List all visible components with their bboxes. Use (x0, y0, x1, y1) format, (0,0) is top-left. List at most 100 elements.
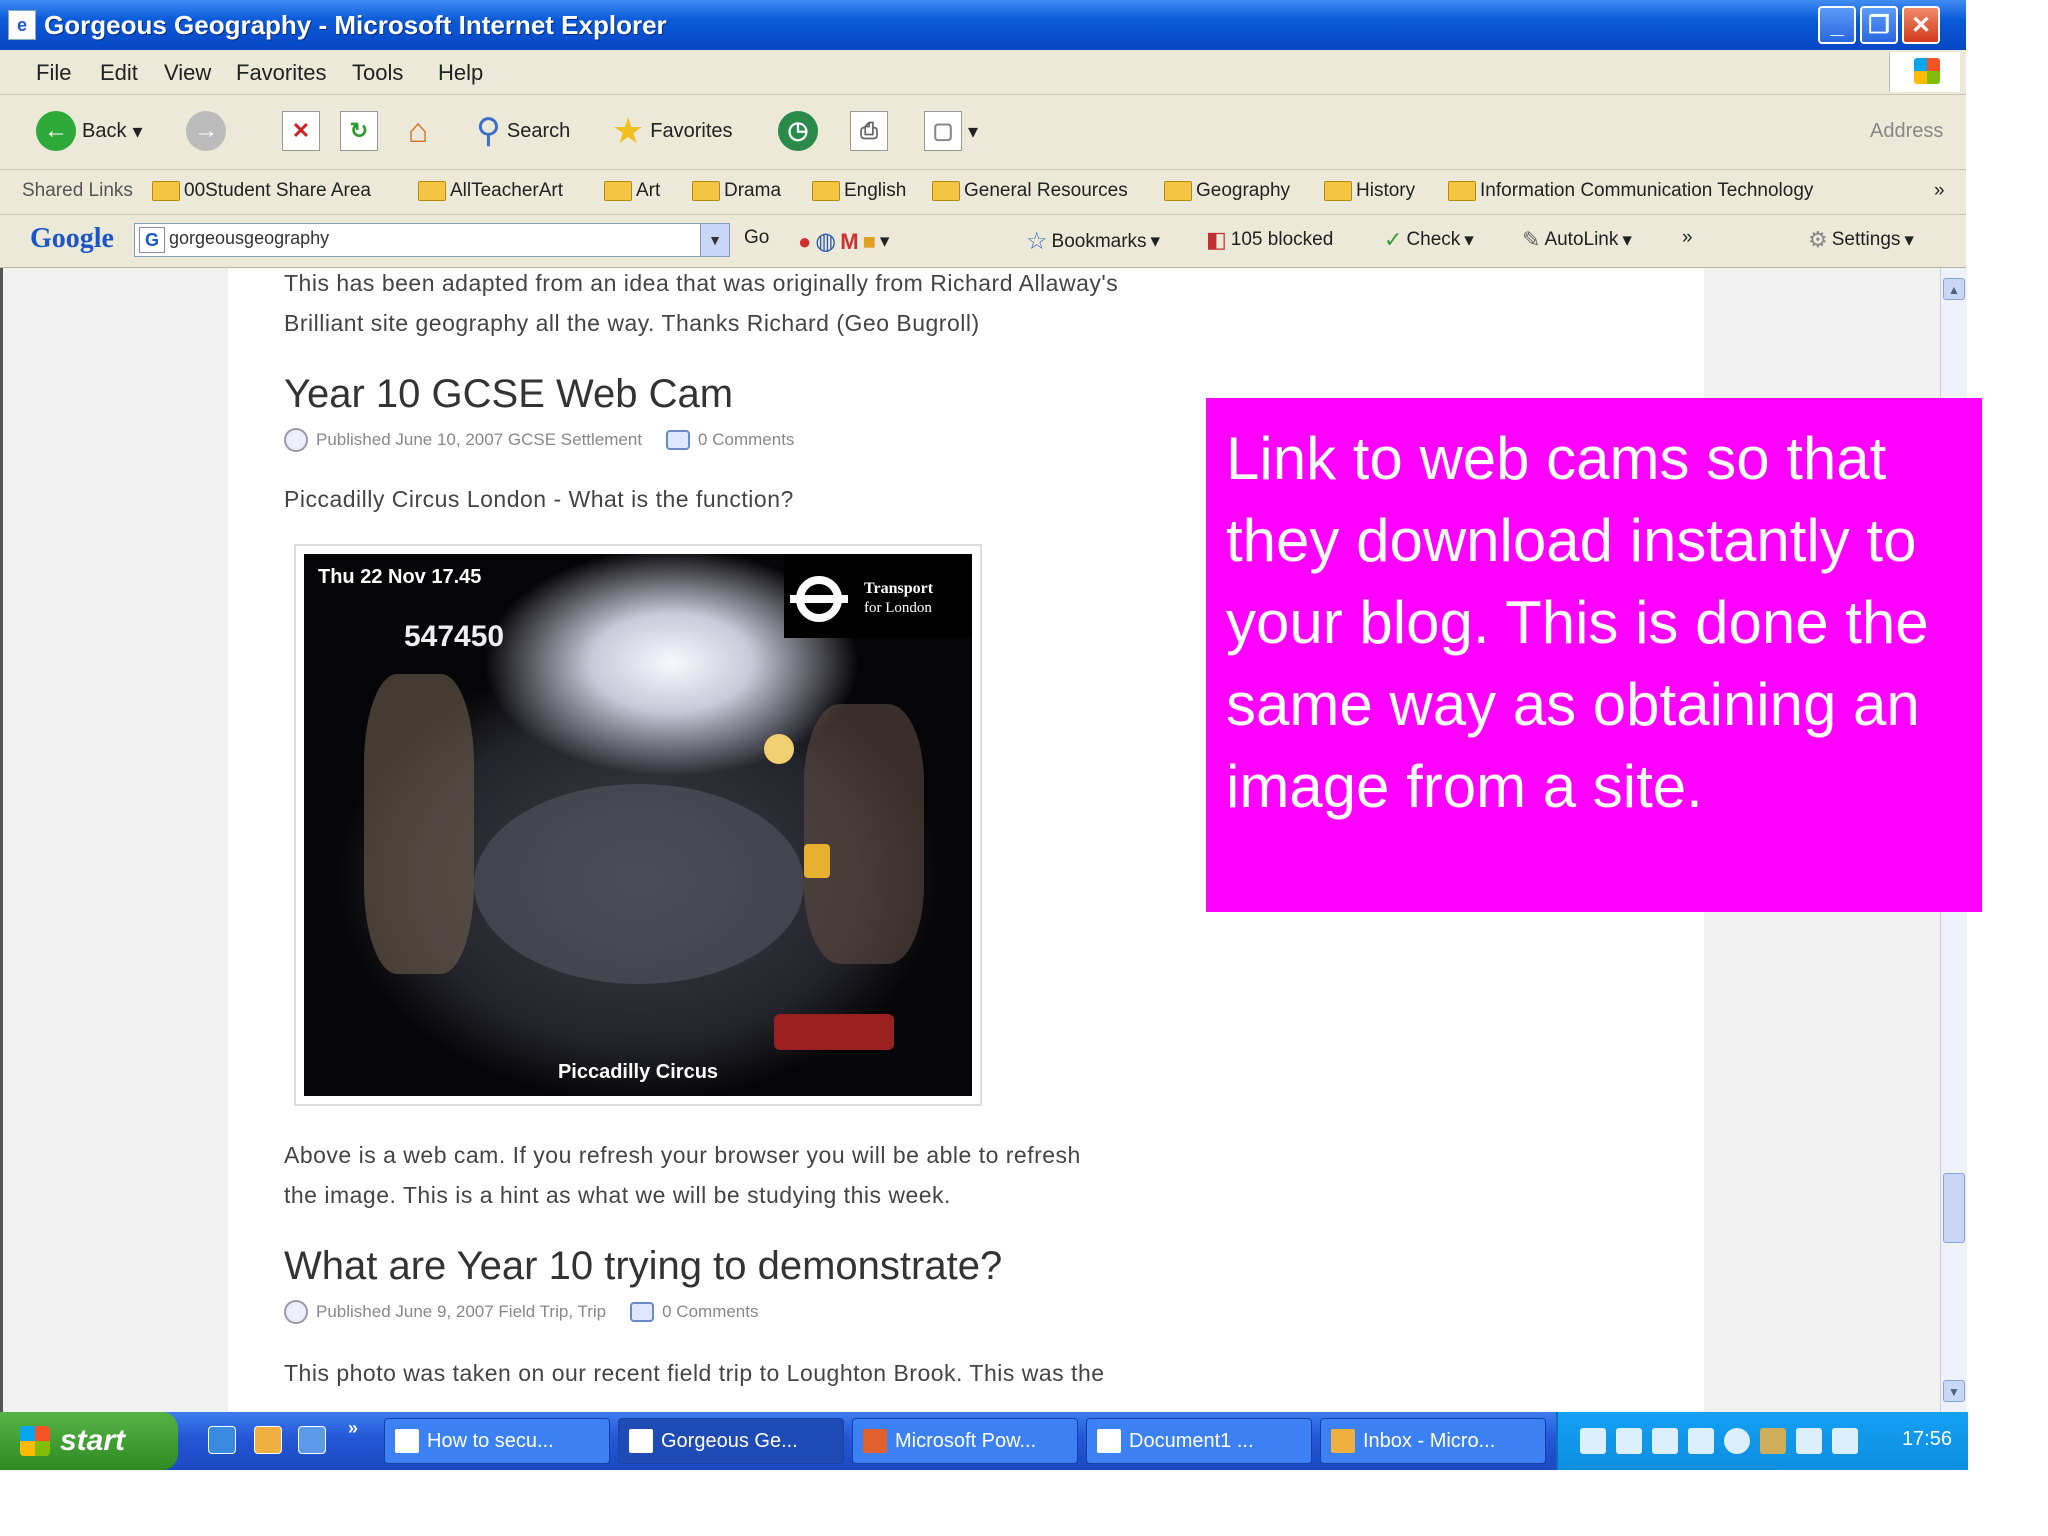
webcam-image[interactable]: Thu 22 Nov 17.45 547450 Transport for Lo… (304, 554, 972, 1096)
links-bar-label: Shared Links (22, 180, 133, 201)
home-button[interactable]: ⌂ (400, 109, 436, 153)
settings-button[interactable]: ⚙ Settings ▾ (1808, 227, 1914, 253)
bookmarks-button[interactable]: ☆ Bookmarks ▾ (1026, 227, 1160, 256)
google-icons-group: ● ◍ M ■ ▾ (798, 227, 889, 256)
chevron-down-icon[interactable]: ▼ (700, 224, 729, 256)
minimize-button[interactable]: _ (1818, 6, 1856, 44)
link-label: 00Student Share Area (184, 180, 371, 201)
refresh-button[interactable]: ↻ (340, 109, 378, 153)
quicklaunch-more-chevron[interactable]: » (348, 1418, 358, 1439)
start-button[interactable]: start (0, 1412, 178, 1470)
pen-tray-icon[interactable] (1580, 1428, 1606, 1454)
info-tray-icon[interactable] (1724, 1428, 1750, 1454)
close-button[interactable]: ✕ (1902, 6, 1940, 44)
link-drama[interactable]: Drama (692, 180, 781, 202)
menu-file[interactable]: File (36, 60, 71, 86)
outlook-quicklaunch-icon[interactable] (254, 1426, 282, 1454)
desktop-quicklaunch-icon[interactable] (298, 1426, 326, 1454)
post-title[interactable]: Year 10 GCSE Web Cam (284, 372, 733, 417)
crowd-area (474, 784, 804, 984)
google-go-button[interactable]: Go (744, 227, 769, 249)
check-label: Check (1406, 229, 1461, 250)
task-document1[interactable]: Document1 ... (1086, 1418, 1312, 1464)
word-doc-icon (1097, 1429, 1121, 1453)
edit-page-button[interactable]: ▢ ▾ (924, 109, 978, 153)
tfl-text-line-1: Transport (864, 580, 934, 597)
printer-icon: ⎙ (850, 111, 888, 151)
abc-check-icon: ✓ (1384, 227, 1403, 252)
webcam-timestamp: Thu 22 Nov 17.45 (318, 566, 482, 588)
task-label: Inbox - Micro... (1363, 1429, 1496, 1452)
popup-blocked-button[interactable]: ◧ 105 blocked (1206, 227, 1333, 253)
link-general-resources[interactable]: General Resources (932, 180, 1128, 202)
forward-button[interactable]: → (186, 109, 226, 153)
search-button[interactable]: ⚲ Search (476, 109, 570, 153)
menu-tools[interactable]: Tools (352, 60, 403, 86)
network-tray-icon[interactable] (1832, 1428, 1858, 1454)
google-more-chevron[interactable]: » (1682, 227, 1693, 249)
ie-icon (629, 1429, 653, 1453)
standard-toolbar: ← Back ▾ → ✕ ↻ ⌂ ⚲ Search ★ Favorites ◷ … (0, 95, 1966, 170)
gmail-icon[interactable]: M (840, 229, 858, 255)
ie-quicklaunch-icon[interactable] (208, 1426, 236, 1454)
menu-help[interactable]: Help (438, 60, 483, 86)
chevron-down-icon: ▾ (1904, 229, 1914, 251)
link-english[interactable]: English (812, 180, 906, 202)
autolink-button[interactable]: ✎ AutoLink ▾ (1522, 227, 1632, 253)
link-allteacherart[interactable]: AllTeacherArt (418, 180, 563, 202)
links-more-chevron[interactable]: » (1934, 180, 1945, 202)
pencil-tray-icon[interactable] (1652, 1428, 1678, 1454)
task-inbox[interactable]: Inbox - Micro... (1320, 1418, 1546, 1464)
print-button[interactable]: ⎙ (850, 109, 888, 153)
post-body-line-2: the image. This is a hint as what we wil… (284, 1182, 951, 1208)
task-microsoft-powerpoint[interactable]: Microsoft Pow... (852, 1418, 1078, 1464)
post-meta: Published June 10, 2007 GCSE Settlement … (284, 428, 794, 452)
comments-link[interactable]: 0 Comments (698, 430, 794, 450)
spellcheck-icon[interactable]: ■ (863, 229, 876, 255)
link-geography[interactable]: Geography (1164, 180, 1290, 202)
chevron-down-icon[interactable]: ▾ (880, 230, 890, 253)
menu-favorites[interactable]: Favorites (236, 60, 326, 86)
search-query-text: gorgeousgeography (169, 228, 330, 248)
menu-view[interactable]: View (164, 60, 211, 86)
link-label: English (844, 180, 907, 201)
link-00student-share-area[interactable]: 00Student Share Area (152, 180, 371, 202)
link-ict[interactable]: Information Communication Technology (1448, 180, 1813, 202)
shop-sign (804, 844, 830, 878)
back-button[interactable]: ← Back ▾ (36, 109, 143, 153)
outlook-tray-icon[interactable] (1760, 1428, 1786, 1454)
tfl-logo: Transport for London (784, 554, 972, 638)
globe-icon[interactable]: ◍ (815, 227, 836, 256)
pagerank-icon[interactable]: ● (798, 229, 811, 255)
page-icon: ▢ (924, 111, 962, 151)
link-label: History (1356, 180, 1416, 201)
google-search-input[interactable]: G gorgeousgeography ▼ (134, 223, 730, 257)
post-title-2[interactable]: What are Year 10 trying to demonstrate? (284, 1244, 1002, 1289)
scroll-up-button[interactable]: ▲ (1943, 278, 1965, 300)
history-button[interactable]: ◷ (778, 109, 818, 153)
favorites-button[interactable]: ★ Favorites (612, 109, 733, 153)
scroll-thumb[interactable] (1943, 1173, 1965, 1243)
intro-text-line-1: This has been adapted from an idea that … (284, 270, 1119, 296)
folder-icon (1164, 181, 1192, 201)
comments-link[interactable]: 0 Comments (662, 1302, 758, 1322)
bookmarks-label: Bookmarks (1051, 230, 1147, 252)
check-button[interactable]: ✓ Check ▾ (1384, 227, 1474, 253)
folder-icon (418, 181, 446, 201)
stop-button[interactable]: ✕ (282, 109, 320, 153)
monitor-tray-icon[interactable] (1616, 1428, 1642, 1454)
refresh-icon: ↻ (340, 111, 378, 151)
page-left-gutter (0, 268, 228, 1412)
battery-tray-icon[interactable] (1688, 1428, 1714, 1454)
maximize-button[interactable]: ❐ (1860, 6, 1898, 44)
task-how-to-secure[interactable]: How to secu... (384, 1418, 610, 1464)
task-gorgeous-geography[interactable]: Gorgeous Ge... (618, 1418, 844, 1464)
link-history[interactable]: History (1324, 180, 1415, 202)
scroll-down-button[interactable]: ▼ (1943, 1380, 1965, 1402)
link-art[interactable]: Art (604, 180, 660, 202)
google-logo[interactable]: Google (30, 223, 114, 255)
menu-edit[interactable]: Edit (100, 60, 138, 86)
taskbar-clock[interactable]: 17:56 (1902, 1428, 1952, 1451)
wireless-tray-icon[interactable] (1796, 1428, 1822, 1454)
post-meta-text: Published June 9, 2007 Field Trip, Trip (316, 1302, 607, 1321)
